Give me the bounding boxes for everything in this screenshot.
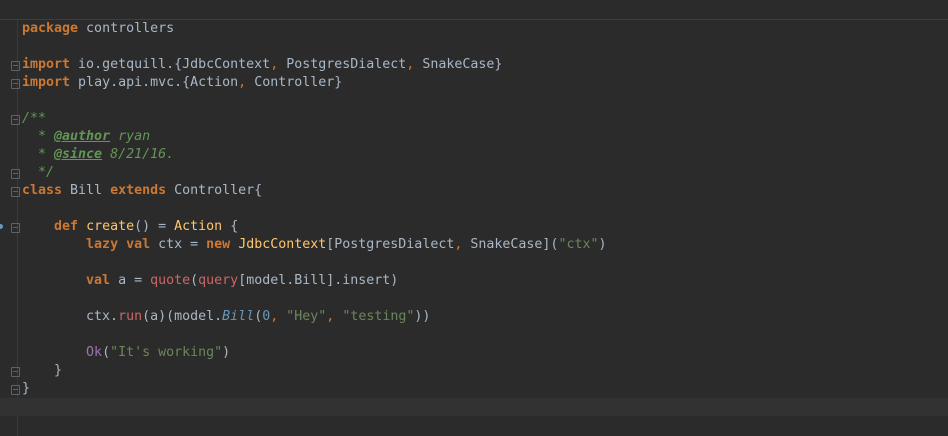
- code-token: }: [22, 363, 63, 378]
- code-token: [model.Bill].insert): [238, 273, 399, 288]
- code-token: ): [222, 345, 231, 360]
- code-token: ctx.: [22, 309, 119, 324]
- code-token: (a)(model.: [142, 309, 223, 324]
- code-token: run: [118, 309, 143, 324]
- code-line[interactable]: [0, 398, 948, 416]
- fold-class-end-icon[interactable]: [11, 385, 20, 395]
- code-token: import: [22, 57, 71, 72]
- fold-imports-end-icon[interactable]: [11, 79, 20, 89]
- code-token: )): [414, 309, 431, 324]
- code-token: val: [86, 273, 111, 288]
- editor-tab-bar: [0, 0, 948, 20]
- code-line[interactable]: import play.api.mvc.{Action, Controller}: [22, 74, 948, 92]
- code-token: query: [198, 273, 239, 288]
- code-token: def: [54, 219, 79, 234]
- code-token: }: [22, 381, 31, 396]
- code-token: "It's working": [110, 345, 223, 360]
- code-token: ,: [238, 75, 247, 90]
- fold-method-icon[interactable]: [11, 223, 20, 233]
- code-token: package: [22, 21, 79, 36]
- code-token: /**: [22, 111, 47, 126]
- fold-doc-comment-icon[interactable]: [11, 115, 20, 125]
- fold-method-end-icon[interactable]: [11, 367, 20, 377]
- code-line[interactable]: */: [22, 164, 948, 182]
- code-token: [PostgresDialect: [326, 237, 455, 252]
- code-line[interactable]: class Bill extends Controller{: [22, 182, 948, 200]
- fold-doc-end-icon[interactable]: [11, 169, 20, 179]
- code-token: 8/21/16.: [102, 147, 175, 162]
- code-line[interactable]: Ok("It's working"): [22, 344, 948, 362]
- code-token: */: [22, 165, 55, 180]
- code-line[interactable]: * @since 8/21/16.: [22, 146, 948, 164]
- code-line[interactable]: package controllers: [22, 20, 948, 38]
- code-token: (: [190, 273, 199, 288]
- code-token: Controller{: [166, 183, 263, 198]
- code-line[interactable]: /**: [22, 110, 948, 128]
- code-token: Controller}: [246, 75, 343, 90]
- code-token: controllers: [78, 21, 175, 36]
- code-token: SnakeCase](: [462, 237, 559, 252]
- code-token: @author: [54, 129, 111, 144]
- code-token: Bill: [222, 309, 255, 324]
- code-token: ): [598, 237, 607, 252]
- code-line[interactable]: [22, 290, 948, 308]
- code-line[interactable]: }: [22, 380, 948, 398]
- code-line[interactable]: [22, 254, 948, 272]
- code-token: SnakeCase}: [414, 57, 503, 72]
- code-line[interactable]: * @author ryan: [22, 128, 948, 146]
- code-line[interactable]: [22, 200, 948, 218]
- code-token: () =: [134, 219, 175, 234]
- code-token: "testing": [342, 309, 415, 324]
- code-token: extends: [110, 183, 167, 198]
- code-token: "ctx": [558, 237, 599, 252]
- code-token: {: [222, 219, 239, 234]
- code-line[interactable]: [22, 92, 948, 110]
- code-token: a =: [110, 273, 151, 288]
- code-token: @since: [54, 147, 103, 162]
- code-token: PostgresDialect: [278, 57, 407, 72]
- fold-class-icon[interactable]: [11, 187, 20, 197]
- code-token: Ok: [86, 345, 103, 360]
- code-line[interactable]: [22, 326, 948, 344]
- code-line[interactable]: import io.getquill.{JdbcContext, Postgre…: [22, 56, 948, 74]
- code-line[interactable]: [22, 38, 948, 56]
- code-token: play.api.mvc.{Action: [70, 75, 239, 90]
- code-token: JdbcContext: [238, 237, 327, 252]
- code-token: (: [102, 345, 111, 360]
- code-token: quote: [150, 273, 191, 288]
- code-token: ryan: [110, 129, 151, 144]
- code-line[interactable]: val a = quote(query[model.Bill].insert): [22, 272, 948, 290]
- code-token: *: [22, 129, 55, 144]
- code-token: ctx =: [150, 237, 207, 252]
- code-token: "Hey": [286, 309, 327, 324]
- code-token: import: [22, 75, 71, 90]
- code-line[interactable]: def create() = Action {: [22, 218, 948, 236]
- code-token: new: [206, 237, 231, 252]
- code-line[interactable]: ctx.run(a)(model.Bill(0, "Hey", "testing…: [22, 308, 948, 326]
- fold-imports-icon[interactable]: [11, 61, 20, 71]
- code-line[interactable]: }: [22, 362, 948, 380]
- code-token: create: [86, 219, 135, 234]
- code-token: ,: [270, 57, 279, 72]
- code-token: Bill: [62, 183, 111, 198]
- code-token: *: [22, 147, 55, 162]
- code-token: Action: [174, 219, 223, 234]
- code-editor[interactable]: package controllers import io.getquill.{J…: [0, 20, 948, 416]
- code-line[interactable]: lazy val ctx = new JdbcContext[PostgresD…: [22, 236, 948, 254]
- code-token: lazy val: [86, 237, 151, 252]
- code-token: class: [22, 183, 63, 198]
- code-token: io.getquill.{JdbcContext: [70, 57, 271, 72]
